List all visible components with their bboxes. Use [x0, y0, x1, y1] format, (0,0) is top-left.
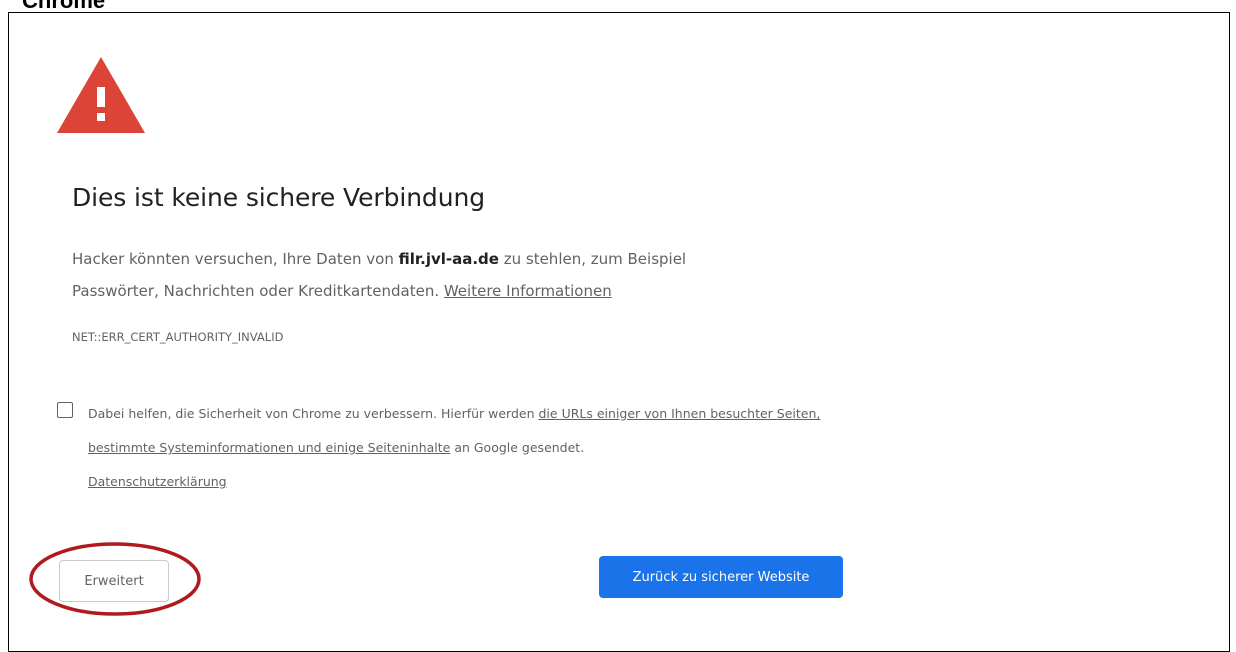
privacy-policy-link[interactable]: Datenschutzerklärung [88, 474, 227, 489]
host-name: filr.jvl-aa.de [398, 250, 499, 268]
opt-in-text-part1: Dabei helfen, die Sicherheit von Chrome … [88, 406, 539, 421]
opt-in-checkbox[interactable] [57, 402, 73, 418]
error-code: NET::ERR_CERT_AUTHORITY_INVALID [72, 330, 284, 344]
learn-more-link[interactable]: Weitere Informationen [444, 282, 612, 300]
page-title: Dies ist keine sichere Verbindung [72, 183, 485, 212]
security-warning-description: Hacker könnten versuchen, Ihre Daten von… [72, 243, 772, 307]
opt-in-text: Dabei helfen, die Sicherheit von Chrome … [88, 397, 848, 499]
advanced-button[interactable]: Erweitert [59, 560, 169, 602]
description-text: Hacker könnten versuchen, Ihre Daten von [72, 250, 399, 268]
back-to-safety-button[interactable]: Zurück zu sicherer Website [599, 556, 843, 598]
interstitial-page: Dies ist keine sichere Verbindung Hacker… [8, 12, 1230, 652]
warning-triangle-icon [57, 57, 145, 133]
opt-in-text-part2: an Google gesendet. [450, 440, 585, 455]
